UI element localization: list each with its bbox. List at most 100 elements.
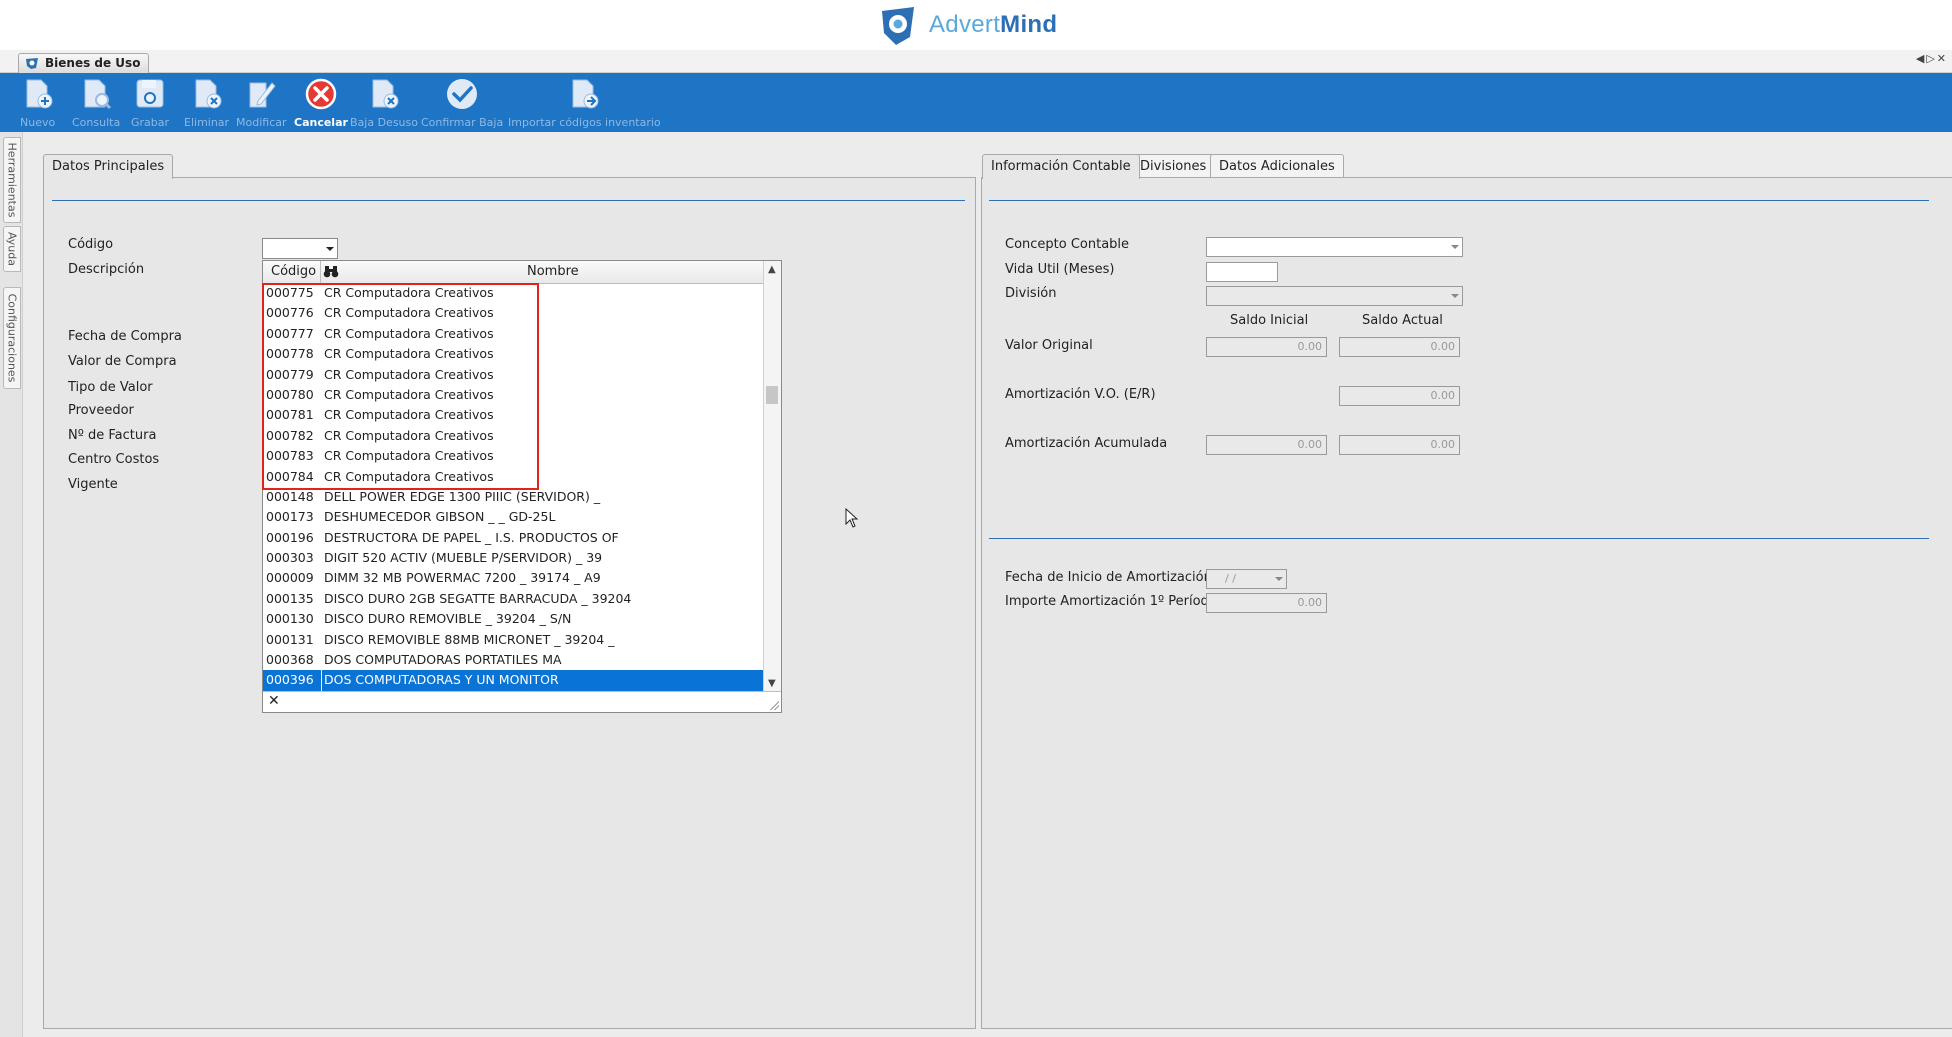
list-item[interactable]: 000775 CR Computadora Creativos — [263, 283, 765, 303]
tab-prev-icon[interactable]: ◀ — [1916, 52, 1926, 65]
list-item[interactable]: 000782 CR Computadora Creativos — [263, 426, 765, 446]
scroll-up-icon[interactable]: ▲ — [768, 264, 776, 275]
amortizacion-acumulada-label: Amortización Acumulada — [1005, 436, 1168, 451]
list-item[interactable]: 000131 DISCO REMOVIBLE 88MB MICRONET _ 39… — [263, 630, 765, 650]
list-item[interactable]: 000130 DISCO DURO REMOVIBLE _ 39204 _ S/N — [263, 609, 765, 629]
list-item-name: DESHUMECEDOR GIBSON _ _ GD-25L — [324, 509, 556, 525]
tab-close-icon[interactable]: ✕ — [1937, 52, 1948, 65]
amortizacion-vo-label: Amortización V.O. (E/R) — [1005, 387, 1156, 402]
concepto-contable-select[interactable] — [1206, 237, 1463, 257]
mouse-cursor-icon — [845, 508, 859, 528]
list-item[interactable]: 000196 DESTRUCTORA DE PAPEL _ I.S. PRODUC… — [263, 528, 765, 548]
fecha-inicio-amortizacion-picker[interactable]: / / — [1206, 569, 1287, 589]
list-item-name: CR Computadora Creativos — [324, 305, 494, 321]
tab-divisiones[interactable]: Divisiones — [1131, 154, 1216, 178]
amortizacion-acumulada-inicial-field[interactable]: 0.00 — [1206, 435, 1327, 455]
tab-datos-principales[interactable]: Datos Principales — [43, 154, 174, 179]
edit-icon — [249, 82, 276, 108]
saldo-inicial-header: Saldo Inicial — [1230, 313, 1309, 328]
valor-original-label: Valor Original — [1005, 338, 1093, 353]
list-item-code: 000781 — [266, 407, 314, 423]
list-item[interactable]: 000148 DELL POWER EDGE 1300 PIIIC (SERVID… — [263, 487, 765, 507]
modificar-button[interactable]: Modificar — [236, 77, 287, 129]
chevron-down-icon[interactable] — [1451, 294, 1459, 298]
centro-costos-label: Centro Costos — [68, 452, 160, 467]
list-item-name: DIMM 32 MB POWERMAC 7200 _ 39174 _ A9 — [324, 570, 601, 586]
list-item[interactable]: 000368 DOS COMPUTADORAS PORTATILES MA — [263, 650, 765, 670]
grabar-button[interactable]: Grabar — [131, 77, 169, 129]
column-header-nombre[interactable]: Nombre — [527, 264, 579, 279]
list-item[interactable]: 000173 DESHUMECEDOR GIBSON _ _ GD-25L — [263, 507, 765, 527]
division-select[interactable] — [1206, 286, 1463, 306]
amortizacion-acumulada-actual-field[interactable]: 0.00 — [1339, 435, 1460, 455]
list-item[interactable]: 000303 DIGIT 520 ACTIV (MUEBLE P/SERVIDOR… — [263, 548, 765, 568]
eliminar-button[interactable]: Eliminar — [184, 77, 229, 129]
list-item[interactable]: 000396 DOS COMPUTADORAS Y UN MONITOR — [263, 670, 765, 691]
list-item[interactable]: 000780 CR Computadora Creativos — [263, 385, 765, 405]
list-item[interactable]: 000009 DIMM 32 MB POWERMAC 7200 _ 39174 _… — [263, 568, 765, 588]
chevron-down-icon[interactable] — [1275, 577, 1283, 581]
baja-desuso-button[interactable]: Baja Desuso — [350, 77, 418, 129]
list-item-code: 000148 — [266, 488, 314, 504]
chevron-down-icon[interactable] — [1451, 245, 1459, 249]
list-item-name: DOS COMPUTADORAS PORTATILES MA — [324, 652, 562, 668]
valor-original-actual-field[interactable]: 0.00 — [1339, 337, 1460, 357]
list-item[interactable]: 000779 CR Computadora Creativos — [263, 365, 765, 385]
tab-navigation[interactable]: ◀▷✕ — [1916, 52, 1948, 65]
cancelar-button[interactable]: Cancelar — [294, 77, 348, 129]
list-item-name: CR Computadora Creativos — [324, 325, 494, 341]
list-item-name: CR Computadora Creativos — [324, 285, 494, 300]
list-item[interactable]: 000777 CR Computadora Creativos — [263, 324, 765, 344]
dropdown-scrollbar[interactable]: ▲ ▼ — [763, 261, 781, 691]
list-item-name: DOS COMPUTADORAS Y UN MONITOR — [321, 670, 559, 691]
side-tab-strip: Herramientas Ayuda Configuraciones — [0, 132, 23, 1037]
list-item-code: 000173 — [266, 509, 314, 525]
column-header-codigo[interactable]: Código — [271, 264, 316, 279]
codigo-combo[interactable] — [262, 238, 338, 259]
codigo-dropdown-list[interactable]: Código Nombre 000775 CR Computadora Creat… — [262, 260, 782, 713]
list-item-code: 000131 — [266, 631, 314, 647]
side-tab-ayuda[interactable]: Ayuda — [3, 226, 21, 272]
list-item[interactable]: 000781 CR Computadora Creativos — [263, 405, 765, 425]
tab-datos-adicionales[interactable]: Datos Adicionales — [1210, 154, 1344, 178]
vida-util-label: Vida Util (Meses) — [1005, 262, 1115, 277]
side-tab-configuraciones[interactable]: Configuraciones — [3, 287, 21, 389]
chevron-down-icon[interactable] — [326, 247, 334, 251]
document-tabstrip — [0, 50, 1952, 73]
importe-amortizacion-field[interactable]: 0.00 — [1206, 593, 1327, 613]
consulta-button[interactable]: Consulta — [72, 77, 120, 129]
tipo-valor-label: Tipo de Valor — [68, 380, 153, 395]
confirmar-baja-button[interactable]: Confirmar Baja — [421, 77, 503, 129]
side-tab-herramientas[interactable]: Herramientas — [3, 137, 21, 223]
list-item-name: DESTRUCTORA DE PAPEL _ I.S. PRODUCTOS OF — [324, 529, 619, 545]
list-item[interactable]: 000778 CR Computadora Creativos — [263, 344, 765, 364]
close-icon[interactable]: ✕ — [268, 693, 280, 709]
list-item-code: 000009 — [266, 570, 314, 586]
binoculars-icon[interactable] — [323, 265, 339, 278]
tab-bienes-de-uso[interactable]: Bienes de Uso — [18, 53, 150, 73]
codigo-label: Código — [68, 237, 114, 252]
tab-informacion-contable[interactable]: Información Contable — [982, 154, 1140, 179]
scroll-thumb[interactable] — [766, 386, 778, 404]
amortizacion-vo-actual-field[interactable]: 0.00 — [1339, 386, 1460, 406]
vida-util-input[interactable] — [1206, 262, 1278, 282]
proveedor-label: Proveedor — [68, 403, 134, 418]
list-item[interactable]: 000783 CR Computadora Creativos — [263, 446, 765, 466]
import-icon — [572, 79, 599, 109]
doc-plus-icon — [26, 79, 53, 109]
list-item[interactable]: 000776 CR Computadora Creativos — [263, 303, 765, 323]
list-item[interactable]: 000784 CR Computadora Creativos — [263, 467, 765, 487]
toolbar: Nuevo Consulta Grabar Eliminar Modificar — [0, 73, 1952, 132]
tab-next-icon[interactable]: ▷ — [1926, 52, 1936, 65]
list-item[interactable]: 000135 DISCO DURO 2GB SEGATTE BARRACUDA _… — [263, 589, 765, 609]
resize-grip-icon[interactable] — [770, 701, 779, 710]
importar-codigos-button[interactable]: Importar códigos inventario — [508, 77, 661, 129]
importe-amortizacion-label: Importe Amortización 1º Período — [1005, 594, 1217, 609]
nuevo-button[interactable]: Nuevo — [20, 77, 55, 129]
valor-original-inicial-field[interactable]: 0.00 — [1206, 337, 1327, 357]
advertmind-logo-icon — [882, 7, 914, 45]
scroll-down-icon[interactable]: ▼ — [768, 678, 776, 689]
list-item-code: 000776 — [266, 305, 314, 321]
concepto-contable-label: Concepto Contable — [1005, 237, 1130, 252]
doc-remove-icon — [372, 79, 399, 109]
